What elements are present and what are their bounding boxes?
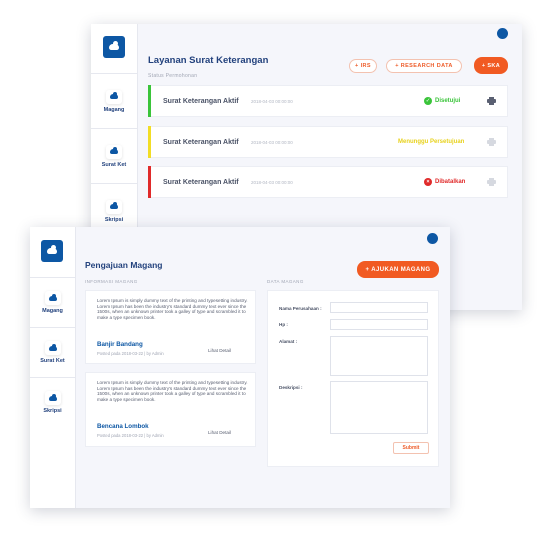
printer-icon[interactable] [487, 97, 496, 105]
info-card[interactable]: Lorem Ipsum is simply dummy text of the … [85, 372, 256, 447]
page-title: Pengajuan Magang [85, 260, 163, 270]
sidebar: Magang Surat Ket Skripsi [30, 227, 76, 508]
nama-perusahaan-input[interactable] [330, 302, 428, 313]
add-irs-button[interactable]: + IRS [349, 59, 377, 73]
row-title: Surat Keterangan Aktif [163, 178, 239, 186]
sidebar-item-surat-ket[interactable]: Surat Ket [91, 128, 137, 183]
data-magang-form: Nama Perusahaan : Hp : Alamat : Deskrips… [267, 290, 439, 467]
sidebar-item-surat-ket[interactable]: Surat Ket [30, 327, 75, 377]
info-card[interactable]: Lorem Ipsum is simply dummy text of the … [85, 290, 256, 364]
card-meta: Posted pada 2018-03-22 | by Admin [97, 433, 164, 438]
sidebar-item-label: Skripsi [43, 408, 62, 414]
detail-link[interactable]: Lihat Detail [208, 348, 231, 353]
sidebar-item-skripsi[interactable]: Skripsi [30, 377, 75, 427]
card-title[interactable]: Bencana Lombok [97, 423, 149, 430]
sidebar-item-label: Skripsi [104, 216, 124, 223]
ajukan-magang-button[interactable]: + AJUKAN MAGANG [357, 261, 439, 278]
row-date: 2018-04-03 00:00:00 [251, 179, 293, 185]
cloud-icon [109, 41, 119, 50]
status-label: Dibatalkan [435, 179, 466, 185]
cloud-icon [44, 391, 61, 405]
status-label: Menunggu Persetujuan [398, 139, 465, 145]
alamat-textarea[interactable] [330, 336, 428, 376]
add-research-data-button[interactable]: + RESEARCH DATA [386, 59, 462, 73]
cloud-icon [106, 199, 122, 214]
sidebar-item-label: Surat Ket [101, 161, 127, 168]
page-subtitle: Status Permohonan [148, 73, 198, 79]
status-row[interactable]: Surat Keterangan Aktif 2018-04-03 00:00:… [148, 166, 508, 198]
card-description: Lorem Ipsum is simply dummy text of the … [97, 380, 248, 402]
hp-label: Hp : [279, 322, 288, 327]
deskripsi-textarea[interactable] [330, 381, 428, 434]
cloud-icon [44, 341, 61, 355]
row-title: Surat Keterangan Aktif [163, 97, 239, 105]
section-label-data: DATA MAGANG [267, 279, 304, 284]
sidebar-item-label: Magang [103, 106, 125, 113]
user-avatar[interactable] [497, 28, 508, 39]
cloud-icon [106, 89, 122, 104]
nama-perusahaan-label: Nama Perusahaan : [279, 306, 322, 311]
cloud-icon [47, 245, 57, 254]
check-circle-icon: ✓ [424, 97, 432, 105]
status-approved: ✓ Disetujui [424, 97, 460, 105]
card-description: Lorem Ipsum is simply dummy text of the … [97, 298, 248, 320]
printer-icon [487, 138, 496, 146]
sidebar-item-magang[interactable]: Magang [30, 277, 75, 327]
user-avatar[interactable] [427, 233, 438, 244]
add-ska-button[interactable]: + SKA [474, 57, 508, 74]
cloud-icon [106, 144, 122, 159]
cloud-icon [44, 291, 61, 305]
status-cancelled: × Dibatalkan [424, 178, 465, 186]
status-indicator-bar [148, 166, 151, 198]
submit-button[interactable]: Submit [393, 442, 429, 454]
app-logo[interactable] [41, 240, 63, 262]
hp-input[interactable] [330, 319, 428, 330]
app-logo[interactable] [103, 36, 125, 58]
card-title[interactable]: Banjir Bandang [97, 341, 143, 348]
detail-link[interactable]: Lihat Detail [208, 430, 231, 435]
deskripsi-label: Deskripsi : [279, 385, 303, 390]
status-pending: Menunggu Persetujuan [398, 139, 464, 145]
status-indicator-bar [148, 126, 151, 158]
sidebar-item-label: Magang [42, 308, 63, 314]
status-indicator-bar [148, 85, 151, 117]
alamat-label: Alamat : [279, 339, 298, 344]
row-title: Surat Keterangan Aktif [163, 138, 239, 146]
status-row[interactable]: Surat Keterangan Aktif 2018-04-03 00:00:… [148, 85, 508, 117]
status-label: Disetujui [435, 98, 461, 104]
row-date: 2018-04-03 00:00:00 [251, 98, 293, 104]
sidebar-item-magang[interactable]: Magang [91, 73, 137, 128]
page-title: Layanan Surat Keterangan [148, 55, 269, 66]
section-label-informasi: INFORMASI MAGANG [85, 279, 138, 284]
card-meta: Posted pada 2018-03-22 | by Admin [97, 351, 164, 356]
pengajuan-magang-window: Magang Surat Ket Skripsi Pengajuan Magan… [30, 227, 450, 508]
status-row[interactable]: Surat Keterangan Aktif 2018-04-03 00:00:… [148, 126, 508, 158]
row-date: 2018-04-03 00:00:00 [251, 139, 293, 145]
close-circle-icon: × [424, 178, 432, 186]
sidebar-item-label: Surat Ket [40, 358, 65, 364]
printer-icon [487, 178, 496, 186]
